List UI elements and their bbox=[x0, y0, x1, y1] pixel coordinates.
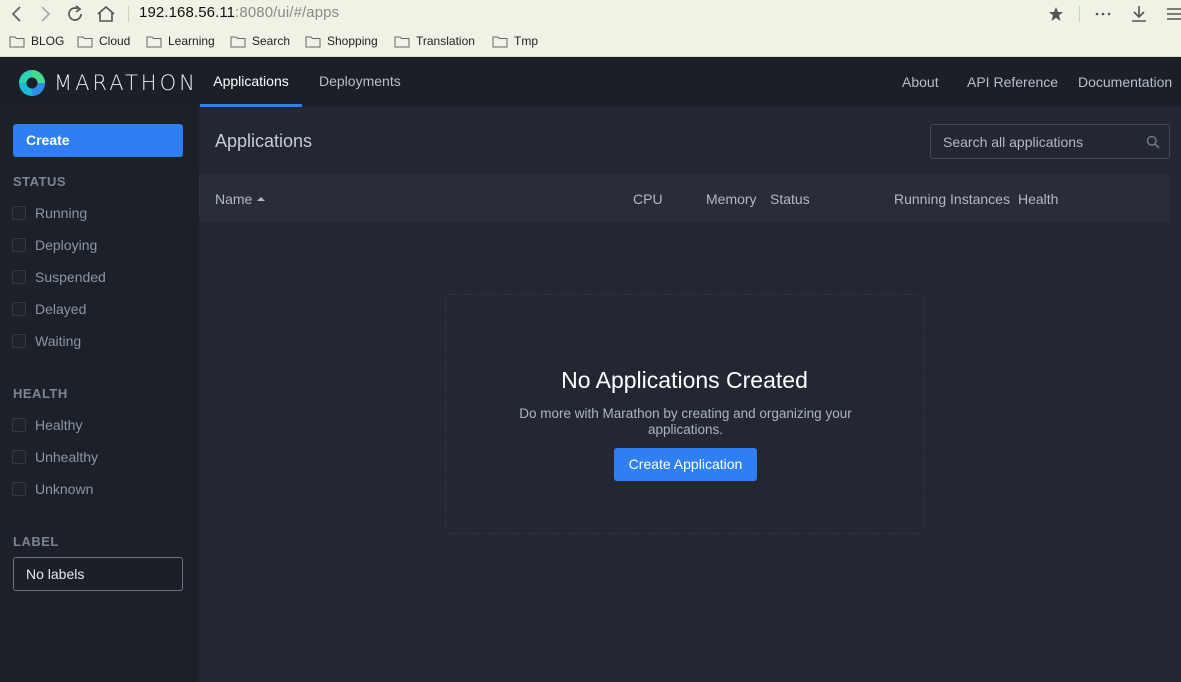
column-memory[interactable]: Memory bbox=[706, 174, 757, 224]
bookmark-star-icon[interactable] bbox=[1045, 3, 1067, 25]
folder-icon bbox=[305, 36, 321, 47]
about-link[interactable]: About bbox=[902, 57, 939, 107]
url-host: 192.168.56.11 bbox=[139, 4, 236, 21]
bookmark-label: BLOG bbox=[31, 34, 65, 48]
bookmark-folder[interactable]: Cloud bbox=[77, 34, 130, 48]
sidebar: Create STATUS Running Deploying Suspende… bbox=[0, 107, 199, 682]
filter-delayed[interactable]: Delayed bbox=[12, 301, 86, 317]
create-application-button[interactable]: Create Application bbox=[614, 448, 757, 481]
tab-applications[interactable]: Applications bbox=[200, 57, 302, 107]
browser-toolbar: 192.168.56.11:8080/ui/#/apps bbox=[0, 0, 1181, 28]
folder-icon bbox=[9, 36, 25, 47]
filter-label: Deploying bbox=[35, 237, 98, 253]
checkbox[interactable] bbox=[12, 334, 26, 348]
checkbox[interactable] bbox=[12, 302, 26, 316]
checkbox[interactable] bbox=[12, 482, 26, 496]
folder-icon bbox=[394, 36, 410, 47]
bookmark-label: Translation bbox=[416, 34, 475, 48]
bookmark-folder[interactable]: Translation bbox=[394, 34, 475, 48]
checkbox[interactable] bbox=[12, 238, 26, 252]
label-section-title: LABEL bbox=[13, 534, 59, 549]
bookmark-folder[interactable]: Search bbox=[230, 34, 290, 48]
api-reference-link[interactable]: API Reference bbox=[967, 57, 1058, 107]
filter-waiting[interactable]: Waiting bbox=[12, 333, 81, 349]
menu-icon[interactable] bbox=[1163, 3, 1181, 25]
filter-healthy[interactable]: Healthy bbox=[12, 417, 82, 433]
forward-icon[interactable] bbox=[34, 3, 56, 25]
app-header: MARATHON Applications Deployments About … bbox=[0, 57, 1181, 107]
checkbox[interactable] bbox=[12, 450, 26, 464]
back-icon[interactable] bbox=[6, 3, 28, 25]
bookmark-label: Tmp bbox=[514, 34, 538, 48]
filter-label: Waiting bbox=[35, 333, 82, 349]
empty-state-panel: No Applications Created Do more with Mar… bbox=[445, 294, 924, 534]
table-header: Name CPU Memory Status Running Instances… bbox=[199, 174, 1170, 222]
filter-label: Delayed bbox=[35, 301, 87, 317]
bookmark-folder[interactable]: Learning bbox=[146, 34, 215, 48]
filter-label: Running bbox=[35, 205, 88, 221]
checkbox[interactable] bbox=[12, 206, 26, 220]
filter-unhealthy[interactable]: Unhealthy bbox=[12, 449, 98, 465]
logo[interactable]: MARATHON bbox=[18, 69, 198, 97]
filter-label: Unhealthy bbox=[35, 449, 99, 465]
create-button[interactable]: Create bbox=[13, 124, 183, 157]
bookmark-label: Learning bbox=[168, 34, 215, 48]
filter-suspended[interactable]: Suspended bbox=[12, 269, 106, 285]
column-running-instances[interactable]: Running Instances bbox=[894, 174, 1010, 224]
marathon-logo-icon bbox=[19, 70, 45, 96]
toolbar-divider bbox=[128, 6, 129, 22]
search-input[interactable] bbox=[931, 125, 1141, 158]
filter-label: Unknown bbox=[35, 481, 94, 497]
folder-icon bbox=[146, 36, 162, 47]
url-path: :8080/ui/#/apps bbox=[235, 4, 340, 21]
filter-deploying[interactable]: Deploying bbox=[12, 237, 97, 253]
documentation-link[interactable]: Documentation bbox=[1078, 57, 1172, 107]
bookmark-label: Cloud bbox=[99, 34, 131, 48]
status-section-title: STATUS bbox=[13, 174, 67, 189]
toolbar-divider-2 bbox=[1079, 6, 1080, 22]
bookmarks-bar: BLOG Cloud Learning Search Shopping Tran… bbox=[0, 28, 1181, 57]
bookmark-label: Search bbox=[252, 34, 291, 48]
logo-text: MARATHON bbox=[54, 71, 198, 95]
sort-ascending-icon bbox=[257, 197, 266, 202]
folder-icon bbox=[77, 36, 93, 47]
column-status[interactable]: Status bbox=[770, 174, 810, 224]
column-name[interactable]: Name bbox=[215, 174, 266, 224]
home-icon[interactable] bbox=[95, 3, 117, 25]
filter-running[interactable]: Running bbox=[12, 205, 87, 221]
bookmark-folder[interactable]: BLOG bbox=[9, 34, 64, 48]
column-health[interactable]: Health bbox=[1018, 174, 1058, 224]
reload-icon[interactable] bbox=[64, 3, 86, 25]
column-cpu[interactable]: CPU bbox=[633, 174, 663, 224]
empty-state-title: No Applications Created bbox=[561, 367, 808, 393]
checkbox[interactable] bbox=[12, 418, 26, 432]
search-box bbox=[930, 124, 1170, 159]
page-title: Applications bbox=[215, 131, 313, 151]
health-section-title: HEALTH bbox=[13, 386, 68, 401]
bookmark-folder[interactable]: Shopping bbox=[305, 34, 378, 48]
download-icon[interactable] bbox=[1128, 3, 1150, 25]
column-label: Name bbox=[215, 191, 253, 207]
filter-label: Suspended bbox=[35, 269, 106, 285]
filter-unknown[interactable]: Unknown bbox=[12, 481, 93, 497]
search-icon[interactable] bbox=[1146, 135, 1160, 149]
tab-deployments[interactable]: Deployments bbox=[319, 57, 401, 107]
empty-state-description: Do more with Marathon by creating and or… bbox=[519, 406, 852, 437]
label-select[interactable]: No labels bbox=[13, 557, 183, 591]
more-icon[interactable] bbox=[1092, 3, 1114, 25]
filter-label: Healthy bbox=[35, 417, 83, 433]
bookmark-folder[interactable]: Tmp bbox=[492, 34, 538, 48]
folder-icon bbox=[492, 36, 508, 47]
bookmark-label: Shopping bbox=[327, 34, 378, 48]
folder-icon bbox=[230, 36, 246, 47]
url-bar[interactable]: 192.168.56.11:8080/ui/#/apps bbox=[139, 4, 339, 21]
checkbox[interactable] bbox=[12, 270, 26, 284]
